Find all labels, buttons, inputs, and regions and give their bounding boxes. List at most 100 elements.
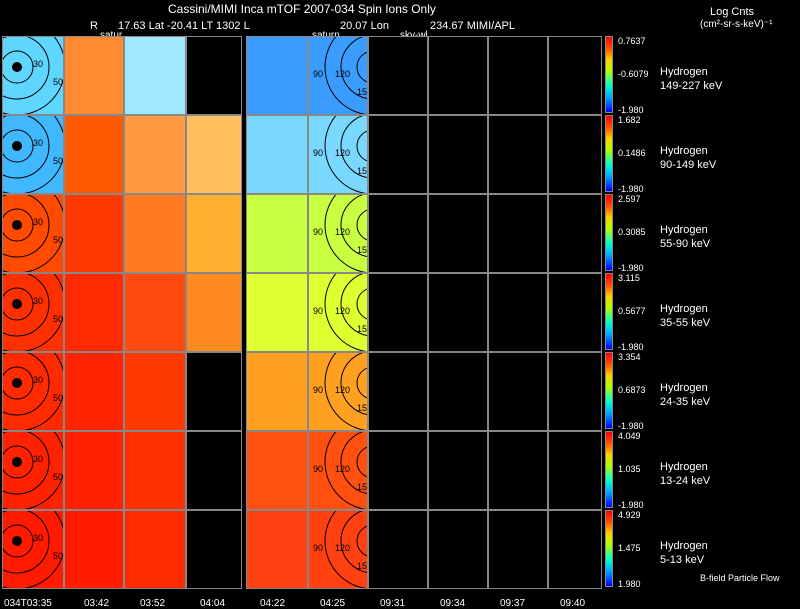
image-cell — [548, 194, 602, 273]
saturn-marker — [12, 299, 22, 309]
image-cell — [548, 115, 602, 194]
contour-label: 50 — [53, 156, 64, 166]
image-cell: 30 50 — [2, 431, 64, 510]
energy-label: 24-35 keV — [660, 396, 711, 408]
image-cell: 30 50 — [2, 352, 64, 431]
contour-label: 120 — [335, 543, 351, 553]
image-cell — [548, 36, 602, 115]
image-cell — [246, 115, 308, 194]
image-cell — [428, 115, 488, 194]
colorbar-units: (cm²-sr-s-keV)⁻¹ — [700, 19, 773, 30]
image-cell — [428, 36, 488, 115]
image-cell — [428, 510, 488, 589]
contour-label: 30 — [33, 454, 44, 464]
colorbar-mid: 0.5677 — [618, 306, 646, 316]
colorbar-mid: 0.3085 — [618, 227, 646, 237]
colorbar-mid: 1.035 — [618, 464, 641, 474]
colorbar-max: 3.115 — [618, 273, 640, 283]
energy-panel-row: 30 50 90 120 15 — [2, 194, 602, 273]
contour-label: 50 — [53, 314, 64, 324]
saturn-marker — [12, 141, 22, 151]
r-label: R — [90, 20, 98, 32]
species-label: Hydrogen — [660, 224, 708, 236]
image-cell — [186, 510, 242, 589]
contour-label: 15 — [357, 561, 368, 571]
energy-label: 90-149 keV — [660, 159, 717, 171]
time-tick-label: 04:04 — [200, 598, 226, 609]
image-cell — [368, 431, 428, 510]
contour-label: 50 — [53, 77, 64, 87]
image-cell — [548, 352, 602, 431]
time-tick-label: 04:25 — [320, 598, 346, 609]
image-cell — [246, 194, 308, 273]
energy-panel-row: 30 50 90 120 15 — [2, 115, 602, 194]
colorbar — [605, 115, 613, 192]
energy-panel-row: 30 50 90 120 15 — [2, 352, 602, 431]
contour-label: 120 — [335, 227, 351, 237]
species-label: Hydrogen — [660, 461, 708, 473]
image-cell — [246, 431, 308, 510]
saturn-marker — [12, 378, 22, 388]
contour-label: 120 — [335, 464, 351, 474]
contour-label: 90 — [313, 227, 324, 237]
image-cell — [246, 36, 308, 115]
saturn-marker — [12, 62, 22, 72]
image-cell: 90 120 15 — [308, 194, 368, 273]
image-cell — [124, 194, 186, 273]
image-cell — [246, 352, 308, 431]
contour-label: 30 — [33, 59, 44, 69]
contour-label: 90 — [313, 385, 324, 395]
colorbar-mid: 0.1486 — [618, 148, 646, 158]
energy-panel-row: 30 50 90 120 15 — [2, 36, 602, 115]
colorbar-mid: 0.6873 — [618, 385, 646, 395]
image-cell — [246, 273, 308, 352]
image-cell: 30 50 — [2, 194, 64, 273]
image-cell — [548, 273, 602, 352]
image-cell — [488, 510, 548, 589]
energy-label: 149-227 keV — [660, 80, 723, 92]
image-cell — [64, 352, 124, 431]
colorbar-max: 0.7637 — [618, 36, 646, 46]
contour-label: 15 — [357, 324, 368, 334]
image-cell — [428, 352, 488, 431]
image-cell — [124, 115, 186, 194]
image-cell — [186, 36, 242, 115]
plot-title: Cassini/MIMI Inca mTOF 2007-034 Spin Ion… — [168, 2, 436, 16]
image-cell — [186, 431, 242, 510]
image-cell — [186, 194, 242, 273]
colorbar-min: 1.980 — [618, 579, 641, 589]
contour-label: 15 — [357, 482, 368, 492]
species-label: Hydrogen — [660, 540, 708, 552]
contour-label: 90 — [313, 543, 324, 553]
image-cell: 30 50 — [2, 115, 64, 194]
image-cell — [186, 352, 242, 431]
image-cell — [488, 431, 548, 510]
energy-label: 5-13 keV — [660, 554, 705, 566]
colorbar-max: 2.597 — [618, 194, 641, 204]
time-tick-label: 034T03:35 — [4, 598, 52, 609]
image-cell — [548, 510, 602, 589]
contour-label: 50 — [53, 551, 64, 561]
colorbar-mid: -0.6079 — [618, 69, 649, 79]
image-cell — [488, 352, 548, 431]
image-cell — [428, 431, 488, 510]
colorbar-min: -1.980 — [618, 342, 644, 352]
image-cell — [64, 273, 124, 352]
species-label: Hydrogen — [660, 382, 708, 394]
image-cell — [64, 510, 124, 589]
colorbar-max: 3.354 — [618, 352, 641, 362]
image-cell — [186, 273, 242, 352]
time-tick-label: 09:31 — [380, 598, 406, 609]
energy-label: 35-55 keV — [660, 317, 711, 329]
lon-value: 234.67 MIMI/APL — [430, 20, 515, 32]
colorbar-max: 1.682 — [618, 115, 641, 125]
energy-panel-row: 30 50 90 120 15 — [2, 273, 602, 352]
colorbar-min: -1.980 — [618, 184, 644, 194]
image-cell — [488, 115, 548, 194]
contour-overlay — [3, 195, 63, 272]
contour-label: 90 — [313, 306, 324, 316]
energy-panel-row: 30 50 90 120 15 — [2, 431, 602, 510]
contour-label: 90 — [313, 464, 324, 474]
image-cell: 30 50 — [2, 36, 64, 115]
contour-label: 90 — [313, 148, 324, 158]
